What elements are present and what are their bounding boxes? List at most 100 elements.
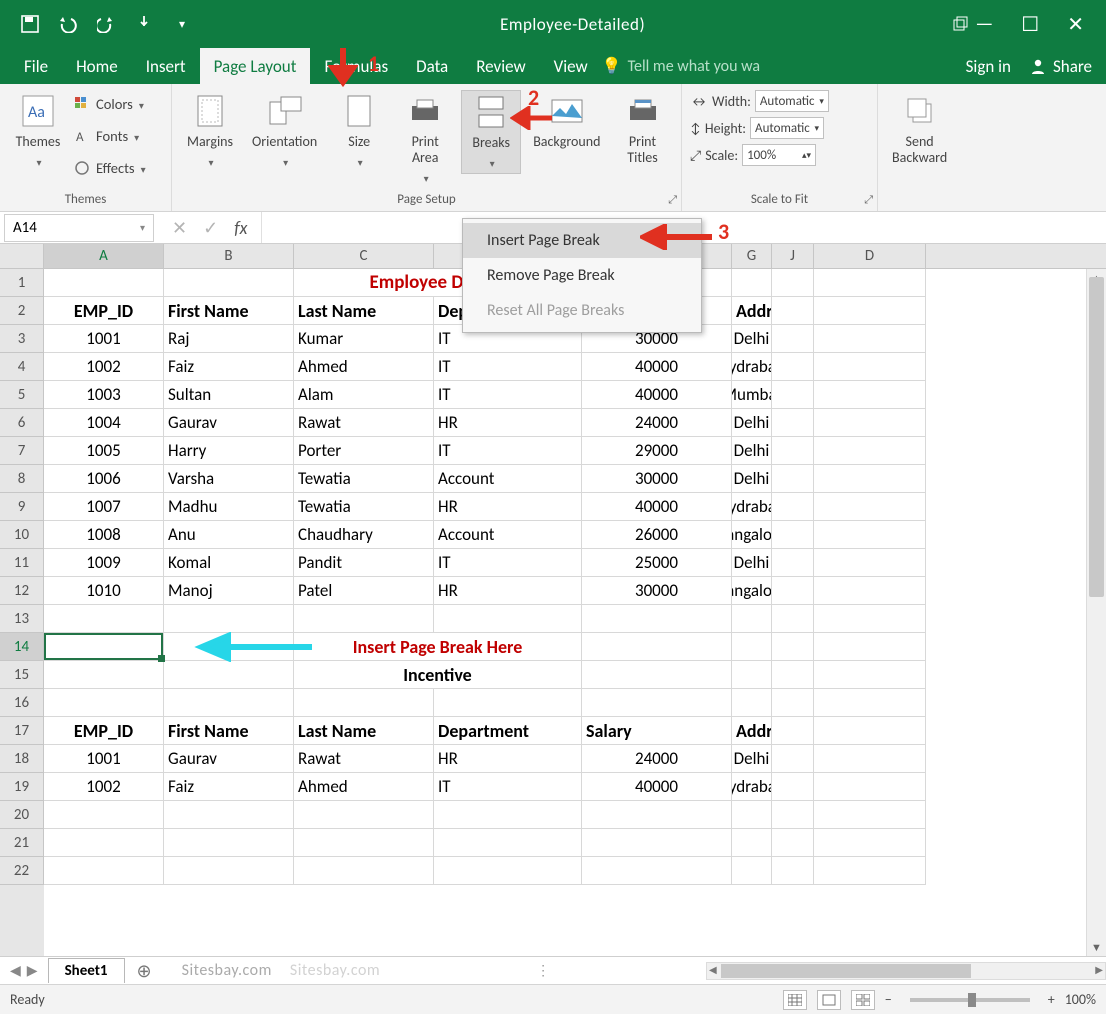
cell[interactable]: IT: [434, 549, 582, 577]
row-header-1[interactable]: 1: [0, 269, 44, 297]
hscroll-thumb[interactable]: [721, 964, 971, 978]
zoom-slider[interactable]: [910, 998, 1030, 1002]
cell[interactable]: 1010: [44, 577, 164, 605]
cell[interactable]: HR: [434, 577, 582, 605]
cell[interactable]: Pandit: [294, 549, 434, 577]
cell[interactable]: [164, 605, 294, 633]
row-header-7[interactable]: 7: [0, 437, 44, 465]
cell[interactable]: [772, 549, 814, 577]
cell[interactable]: [772, 689, 814, 717]
cell[interactable]: [814, 605, 926, 633]
cell[interactable]: 26000: [582, 521, 732, 549]
cell[interactable]: [772, 297, 814, 325]
fx-icon[interactable]: fx: [234, 217, 247, 239]
cell[interactable]: Rawat: [294, 409, 434, 437]
cell[interactable]: [814, 717, 926, 745]
cell[interactable]: Delhi: [732, 437, 772, 465]
send-backward-button[interactable]: Send Backward: [886, 90, 953, 168]
cell[interactable]: Tewatia: [294, 493, 434, 521]
vertical-scrollbar[interactable]: ▲ ▼: [1086, 269, 1106, 956]
page-break-view-button[interactable]: [851, 990, 875, 1010]
row-header-6[interactable]: 6: [0, 409, 44, 437]
cell[interactable]: EMP_ID: [44, 297, 164, 325]
cell[interactable]: [772, 353, 814, 381]
cell[interactable]: Account: [434, 465, 582, 493]
cell[interactable]: Ahmed: [294, 773, 434, 801]
cell[interactable]: Last Name: [294, 297, 434, 325]
cell[interactable]: [772, 381, 814, 409]
fonts-button[interactable]: AFonts: [74, 122, 146, 150]
row-header-12[interactable]: 12: [0, 577, 44, 605]
cell[interactable]: Address: [732, 297, 772, 325]
cell[interactable]: [294, 857, 434, 885]
cell[interactable]: Bangalore: [732, 577, 772, 605]
cell[interactable]: [814, 381, 926, 409]
sheet-tab-sheet1[interactable]: Sheet1: [48, 958, 125, 983]
cell[interactable]: 1003: [44, 381, 164, 409]
cell[interactable]: [582, 857, 732, 885]
cell[interactable]: [814, 857, 926, 885]
cell[interactable]: [814, 353, 926, 381]
tab-home[interactable]: Home: [62, 48, 132, 84]
cells-area[interactable]: Employee DetailsEMP_IDFirst NameLast Nam…: [44, 269, 926, 956]
cell[interactable]: [772, 409, 814, 437]
cell[interactable]: [772, 325, 814, 353]
cell[interactable]: Rawat: [294, 745, 434, 773]
zoom-out-button[interactable]: −: [885, 991, 892, 1008]
col-header-A[interactable]: A: [44, 244, 164, 268]
cell[interactable]: [732, 689, 772, 717]
cell[interactable]: [814, 549, 926, 577]
tell-me[interactable]: 💡 Tell me what you wa: [602, 48, 760, 84]
cell[interactable]: [582, 605, 732, 633]
reset-page-breaks-item[interactable]: Reset All Page Breaks: [463, 293, 701, 328]
print-area-button[interactable]: Print Area: [395, 90, 455, 188]
cell[interactable]: Hydrabad: [732, 773, 772, 801]
cell[interactable]: [164, 801, 294, 829]
orientation-button[interactable]: Orientation: [246, 90, 323, 172]
cell[interactable]: [582, 801, 732, 829]
cell[interactable]: [814, 745, 926, 773]
cell[interactable]: Last Name: [294, 717, 434, 745]
cell[interactable]: [44, 829, 164, 857]
undo-icon[interactable]: [56, 12, 80, 36]
cell[interactable]: 1006: [44, 465, 164, 493]
cell[interactable]: [814, 773, 926, 801]
cell[interactable]: [582, 689, 732, 717]
normal-view-button[interactable]: [783, 990, 807, 1010]
scroll-down-arrow[interactable]: ▼: [1087, 938, 1106, 956]
cell[interactable]: 40000: [582, 353, 732, 381]
scale-dialog-launcher[interactable]: ⤢: [864, 193, 873, 207]
cell[interactable]: First Name: [164, 297, 294, 325]
cell[interactable]: [294, 829, 434, 857]
cell[interactable]: [294, 689, 434, 717]
cell[interactable]: Tewatia: [294, 465, 434, 493]
tab-file[interactable]: File: [10, 48, 62, 84]
cell[interactable]: [44, 689, 164, 717]
minimize-button[interactable]: —: [975, 12, 993, 37]
cell[interactable]: 30000: [582, 577, 732, 605]
row-header-17[interactable]: 17: [0, 717, 44, 745]
cell[interactable]: [772, 521, 814, 549]
select-all-corner[interactable]: [0, 244, 44, 268]
cell[interactable]: [772, 717, 814, 745]
cell[interactable]: IT: [434, 381, 582, 409]
width-input[interactable]: Automatic▾: [755, 90, 829, 112]
cell[interactable]: [732, 829, 772, 857]
cell[interactable]: EMP_ID: [44, 717, 164, 745]
cell[interactable]: 40000: [582, 381, 732, 409]
cell[interactable]: [772, 465, 814, 493]
cell[interactable]: Hydrabad: [732, 493, 772, 521]
cell[interactable]: HR: [434, 493, 582, 521]
effects-button[interactable]: Effects: [74, 154, 146, 182]
cell[interactable]: [732, 857, 772, 885]
cell[interactable]: 25000: [582, 549, 732, 577]
cell[interactable]: Faiz: [164, 353, 294, 381]
cell[interactable]: Ahmed: [294, 353, 434, 381]
close-button[interactable]: ✕: [1067, 12, 1084, 37]
remove-page-break-item[interactable]: Remove Page Break: [463, 258, 701, 293]
col-header-G[interactable]: G: [732, 244, 772, 268]
cell[interactable]: Harry: [164, 437, 294, 465]
tab-page-layout[interactable]: Page Layout: [200, 48, 311, 84]
margins-button[interactable]: Margins: [180, 90, 240, 172]
tab-data[interactable]: Data: [402, 48, 462, 84]
